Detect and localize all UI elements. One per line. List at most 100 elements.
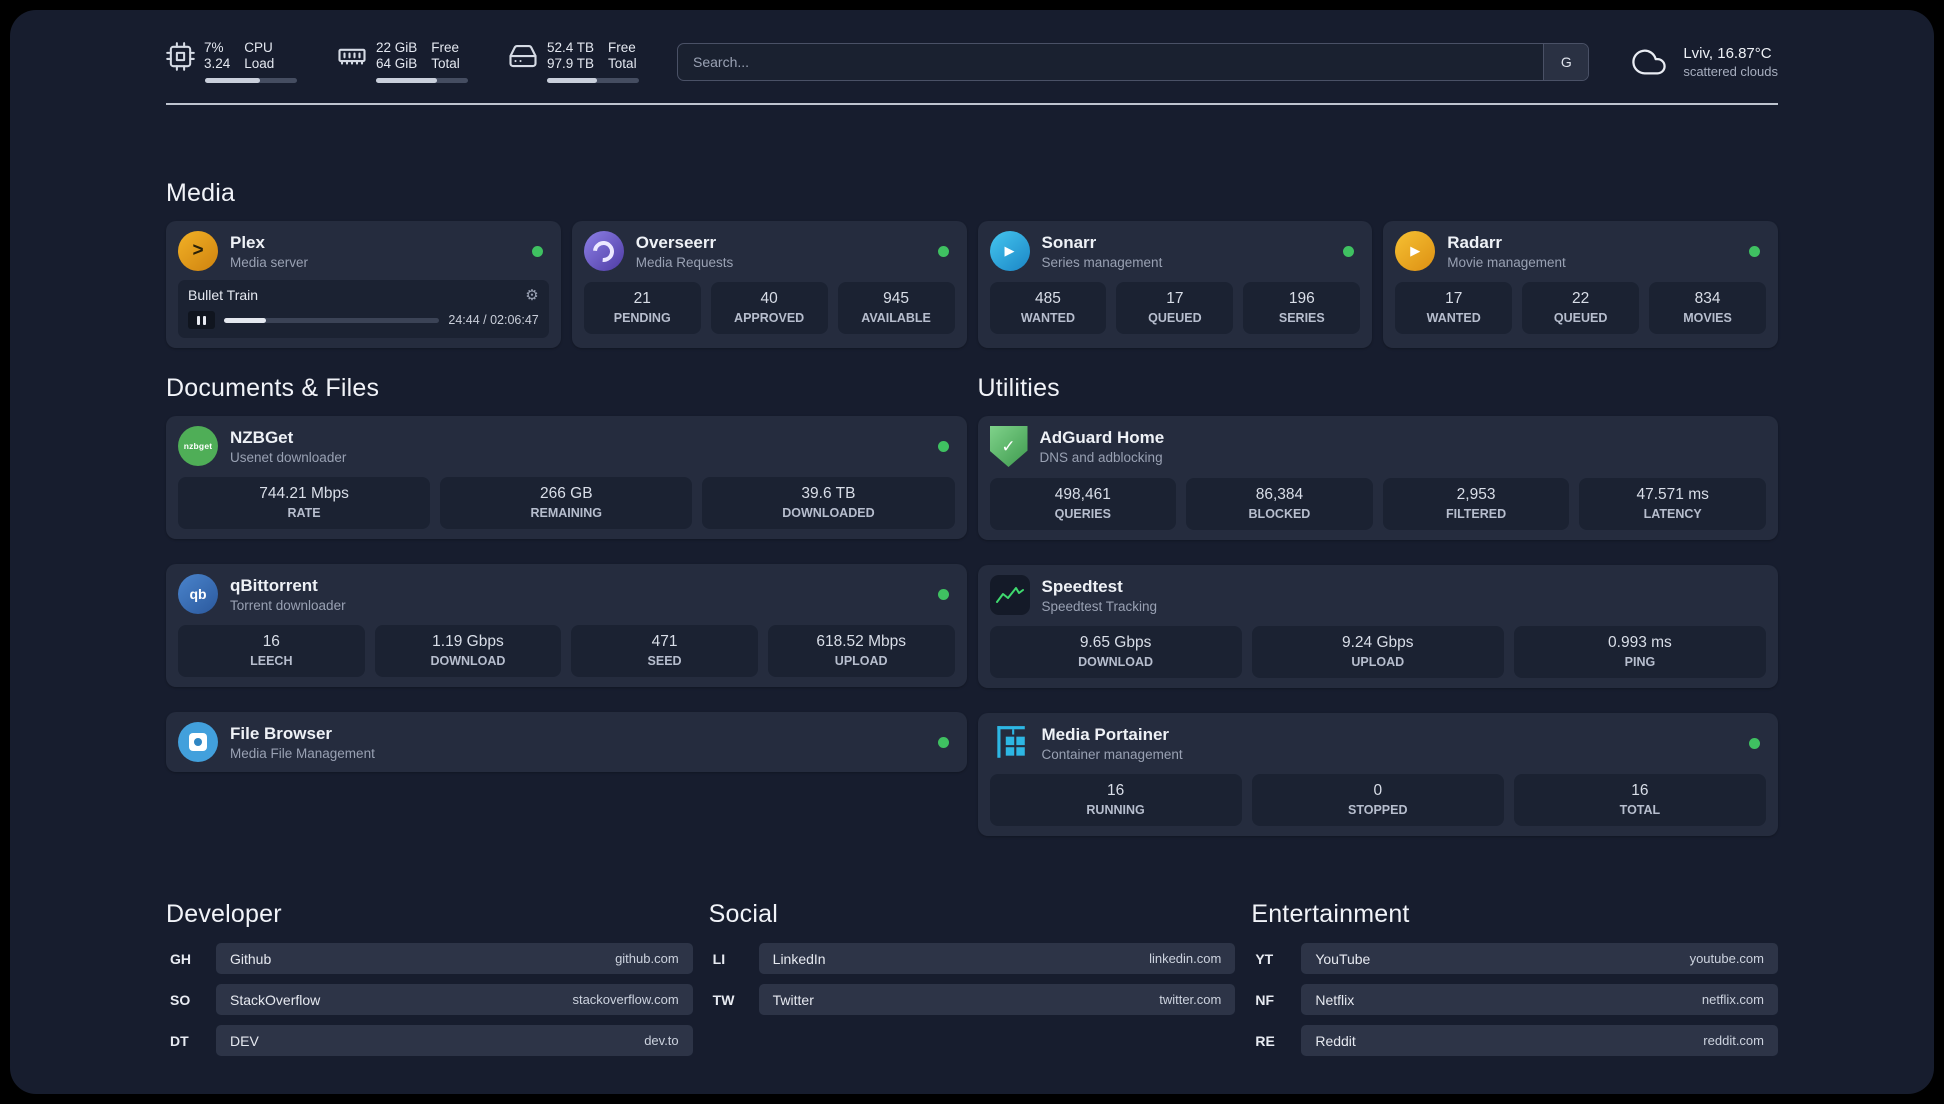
app-desc: DNS and adblocking — [1039, 450, 1163, 465]
app-name: Speedtest — [1041, 576, 1123, 596]
bookmark-abbr: RE — [1255, 1032, 1275, 1049]
bookmark-linkedin[interactable]: LI LinkedIn linkedin.com — [709, 943, 1236, 974]
app-desc: Series management — [1041, 254, 1163, 270]
app-meta: Plex Media server — [230, 232, 520, 271]
stat-value: 945 — [883, 290, 909, 307]
app-card-qbittorrent[interactable]: qb qBittorrent Torrent downloader 16 LEEC… — [166, 564, 967, 687]
stat-value: 47.571 ms — [1636, 486, 1709, 503]
stat-tile: 9.65 Gbps DOWNLOAD — [989, 626, 1242, 678]
app-card-adguard[interactable]: ✓ AdGuard Home DNS and adblocking 498,46… — [977, 416, 1778, 540]
bookmark-stackoverflow[interactable]: SO StackOverflow stackoverflow.com — [166, 984, 693, 1015]
app-meta: Radarr Movie management — [1447, 232, 1737, 271]
filebrowser-icon — [178, 722, 218, 762]
stat-label: AVAILABLE — [861, 311, 931, 325]
gear-icon[interactable]: ⚙ — [525, 288, 538, 303]
card-header: File Browser Media File Management — [178, 722, 955, 762]
bookmark-github[interactable]: GH Github github.com — [166, 943, 693, 974]
cpu-icon — [166, 41, 195, 71]
ram-total-value: 64 GiB — [376, 56, 418, 71]
playback-progress-track[interactable] — [224, 317, 440, 323]
search-input[interactable] — [677, 42, 1590, 81]
bookmark-url: netflix.com — [1701, 992, 1764, 1007]
stat-tile: 86,384 BLOCKED — [1186, 478, 1373, 530]
stat-label: LEECH — [250, 654, 293, 668]
stats-row: 498,461 QUERIES 86,384 BLOCKED 2,953 FILTER… — [989, 478, 1766, 530]
app-card-filebrowser[interactable]: File Browser Media File Management — [166, 712, 967, 772]
media-cards-row: > Plex Media server Bullet Train ⚙ 24:44… — [166, 221, 1778, 348]
bookmark-bar: Reddit reddit.com — [1301, 1025, 1778, 1056]
app-name: Overseerr — [635, 232, 717, 252]
bookmark-bar: LinkedIn linkedin.com — [758, 943, 1236, 974]
stat-label: SERIES — [1278, 311, 1325, 325]
bookmark-twitter[interactable]: TW Twitter twitter.com — [709, 984, 1236, 1015]
section-title-documents: Documents & Files — [166, 374, 380, 402]
cpu-readout: 7% CPU 3.24 Load — [204, 40, 274, 72]
ram-readout: 22 GiB Free 64 GiB Total — [376, 40, 460, 72]
app-card-sonarr[interactable]: ▶ Sonarr Series management 485 WANTED 17 Q… — [977, 221, 1373, 348]
cpu-progress-fill — [205, 78, 261, 83]
status-dot — [937, 588, 949, 600]
bookmark-bar: Twitter twitter.com — [758, 984, 1236, 1015]
stat-value: 39.6 TB — [801, 485, 856, 502]
app-name: NZBGet — [230, 427, 294, 447]
bookmark-youtube[interactable]: YT YouTube youtube.com — [1251, 943, 1778, 974]
stat-value: 40 — [760, 290, 778, 307]
adguard-icon: ✓ — [989, 426, 1028, 467]
bookmark-url: stackoverflow.com — [572, 992, 679, 1007]
ram-total-label: Total — [431, 56, 460, 71]
speedtest-icon — [989, 575, 1030, 615]
bookmark-reddit[interactable]: RE Reddit reddit.com — [1251, 1025, 1778, 1056]
utilities-cards: ✓ AdGuard Home DNS and adblocking 498,46… — [977, 416, 1778, 836]
stat-value: 21 — [633, 290, 651, 307]
window: 7% CPU 3.24 Load 22 GiB Free 64 GiB Tota… — [0, 0, 1944, 1104]
stat-label: REMAINING — [530, 506, 603, 520]
bookmark-netflix[interactable]: NF Netflix netflix.com — [1251, 984, 1778, 1015]
stat-label: STOPPED — [1348, 803, 1408, 817]
status-dot — [937, 245, 949, 257]
bookmark-url: linkedin.com — [1149, 951, 1222, 966]
stat-tile: 39.6 TB DOWNLOADED — [702, 477, 955, 529]
stat-value: 196 — [1288, 290, 1315, 307]
status-dot — [1749, 737, 1760, 749]
app-card-speedtest[interactable]: Speedtest Speedtest Tracking 9.65 Gbps DO… — [977, 565, 1778, 688]
stat-tile: 498,461 QUERIES — [989, 478, 1177, 530]
app-meta: NZBGet Usenet downloader — [230, 427, 926, 466]
middle-columns: Documents & Files nzbget NZBGet Usenet d… — [166, 374, 1778, 836]
app-desc: Usenet downloader — [230, 449, 347, 465]
stat-value: 22 — [1572, 290, 1590, 307]
stat-label: APPROVED — [734, 311, 805, 325]
app-name: qBittorrent — [230, 575, 318, 595]
app-desc: Torrent downloader — [230, 597, 346, 613]
app-card-portainer[interactable]: Media Portainer Container management 16 R… — [977, 713, 1778, 836]
cpu-load-label: Load — [244, 56, 275, 71]
bookmark-abbr: GH — [170, 950, 191, 967]
stat-value: 471 — [651, 633, 678, 650]
app-card-radarr[interactable]: ▶ Radarr Movie management 17 WANTED 22 QUE… — [1383, 221, 1778, 348]
app-card-overseerr[interactable]: Overseerr Media Requests 21 PENDING 40 APP… — [571, 221, 967, 348]
stat-tile: 945 AVAILABLE — [837, 282, 955, 334]
app-meta: File Browser Media File Management — [230, 723, 926, 762]
bookmark-name: LinkedIn — [772, 950, 826, 967]
disk-total-value: 97.9 TB — [547, 56, 595, 71]
bookmark-dev[interactable]: DT DEV dev.to — [166, 1025, 693, 1056]
header-divider — [166, 103, 1778, 105]
stat-label: PENDING — [613, 311, 671, 325]
app-name: Media Portainer — [1041, 724, 1170, 744]
ram-free-label: Free — [431, 40, 460, 55]
now-playing-header: Bullet Train ⚙ — [188, 287, 539, 303]
stat-tile: 47.571 ms LATENCY — [1579, 478, 1766, 530]
bookmark-abbr: NF — [1255, 991, 1274, 1008]
app-card-plex[interactable]: > Plex Media server Bullet Train ⚙ 24:44… — [166, 221, 561, 348]
app-desc: Media File Management — [230, 745, 375, 761]
bookmark-abbr: TW — [712, 991, 735, 1008]
app-card-nzbget[interactable]: nzbget NZBGet Usenet downloader 744.21 M… — [166, 416, 967, 539]
stat-value: 17 — [1166, 290, 1184, 307]
stat-value: 266 GB — [539, 485, 593, 502]
pause-button[interactable] — [188, 311, 215, 329]
bookmark-group-entertainment: Entertainment YT YouTube youtube.com NF … — [1251, 900, 1778, 1056]
stat-label: SEED — [647, 654, 682, 668]
search-engine-button[interactable]: G — [1543, 43, 1589, 80]
bookmark-bar: YouTube youtube.com — [1301, 943, 1778, 974]
app-desc: Container management — [1041, 746, 1183, 762]
stat-label: QUERIES — [1054, 507, 1111, 521]
